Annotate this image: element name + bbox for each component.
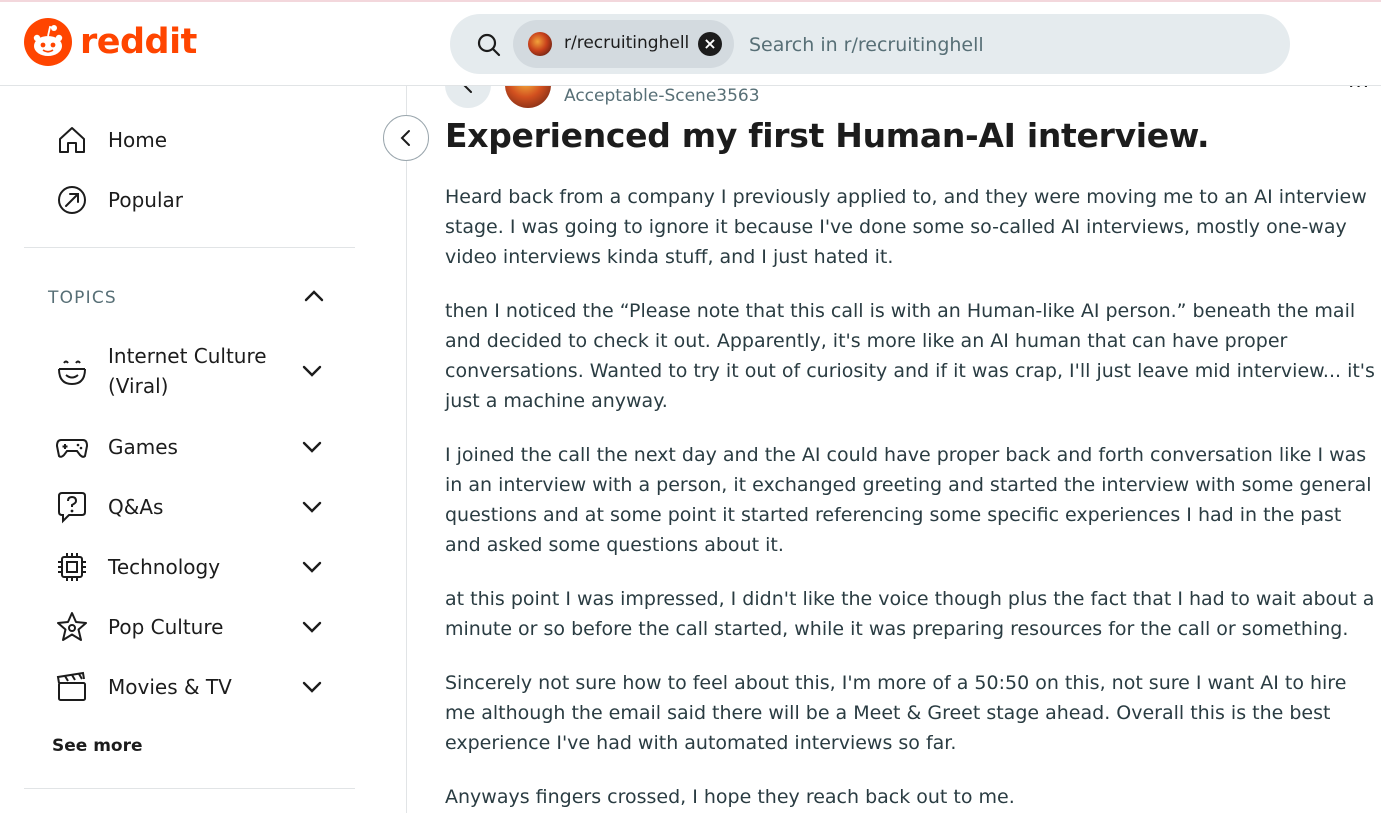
post-paragraph: Sincerely not sure how to feel about thi… xyxy=(445,672,1347,754)
more-options-icon[interactable]: ··· xyxy=(1348,86,1370,98)
sidebar-divider xyxy=(24,247,355,248)
chevron-up-icon[interactable] xyxy=(300,284,328,308)
star-icon xyxy=(52,607,92,647)
chip-icon xyxy=(52,547,92,587)
topic-movies-tv[interactable]: Movies & TV xyxy=(52,667,342,707)
chevron-down-icon[interactable] xyxy=(300,437,324,457)
post-paragraph: Anyways fingers crossed, I hope they rea… xyxy=(445,786,1015,808)
reddit-logo[interactable]: reddit xyxy=(24,18,197,66)
author-avatar[interactable] xyxy=(505,86,551,108)
chevron-down-icon[interactable] xyxy=(300,557,324,577)
topic-qas[interactable]: Q&As xyxy=(52,487,342,527)
reddit-snoo-icon xyxy=(24,18,72,66)
home-icon xyxy=(52,120,92,160)
smile-icon xyxy=(52,351,92,391)
post-content: Acceptable-Scene3563 ··· Experienced my … xyxy=(408,86,1381,813)
post-paragraph: Heard back from a company I previously a… xyxy=(445,186,1367,268)
chevron-down-icon[interactable] xyxy=(300,617,324,637)
sidebar-item-home[interactable]: Home xyxy=(52,120,342,160)
topic-label: Technology xyxy=(108,555,221,579)
topic-label: Pop Culture xyxy=(108,615,224,639)
chevron-down-icon[interactable] xyxy=(300,677,324,697)
popular-icon xyxy=(52,180,92,220)
community-chip-label: r/recruitinghell xyxy=(564,33,690,53)
sidebar-item-popular[interactable]: Popular xyxy=(52,180,342,220)
topic-label: Movies & TV xyxy=(108,675,232,699)
arrow-left-icon xyxy=(463,86,472,93)
sidebar-item-label: Popular xyxy=(108,188,183,212)
question-icon xyxy=(52,487,92,527)
left-sidebar: Home Popular TOPICS Internet Culture (Vi… xyxy=(0,86,407,813)
post-paragraph: then I noticed the “Please note that thi… xyxy=(445,300,1375,412)
topic-label: Games xyxy=(108,435,178,459)
community-filter-chip[interactable]: r/recruitinghell × xyxy=(513,20,734,68)
post-title: Experienced my first Human-AI interview. xyxy=(445,116,1210,155)
sidebar-item-label: Home xyxy=(108,128,168,152)
topic-pop-culture[interactable]: Pop Culture xyxy=(52,607,342,647)
top-bar: reddit r/recruitinghell × xyxy=(0,2,1381,86)
close-icon[interactable]: × xyxy=(698,32,722,56)
back-button[interactable] xyxy=(445,86,491,108)
topic-technology[interactable]: Technology xyxy=(52,547,342,587)
sidebar-divider xyxy=(24,788,355,789)
clapperboard-icon xyxy=(52,667,92,707)
topic-internet-culture[interactable]: Internet Culture (Viral) xyxy=(52,341,342,401)
chevron-down-icon[interactable] xyxy=(300,361,324,381)
topic-label: Internet Culture (Viral) xyxy=(108,344,267,398)
see-more-link[interactable]: See more xyxy=(52,736,143,756)
reddit-wordmark: reddit xyxy=(80,22,197,62)
search-icon xyxy=(477,33,501,57)
gamepad-icon xyxy=(52,427,92,467)
search-input[interactable] xyxy=(747,30,1271,60)
search-bar[interactable]: r/recruitinghell × xyxy=(450,14,1290,74)
topics-header[interactable]: TOPICS xyxy=(48,288,117,308)
post-paragraph: I joined the call the next day and the A… xyxy=(445,444,1372,556)
topic-games[interactable]: Games xyxy=(52,427,342,467)
chevron-down-icon[interactable] xyxy=(300,497,324,517)
post-paragraph: at this point I was impressed, I didn't … xyxy=(445,588,1375,640)
community-avatar xyxy=(528,32,552,56)
post-author[interactable]: Acceptable-Scene3563 xyxy=(564,86,760,106)
topic-label: Q&As xyxy=(108,495,164,519)
post-body: Heard back from a company I previously a… xyxy=(445,182,1375,813)
